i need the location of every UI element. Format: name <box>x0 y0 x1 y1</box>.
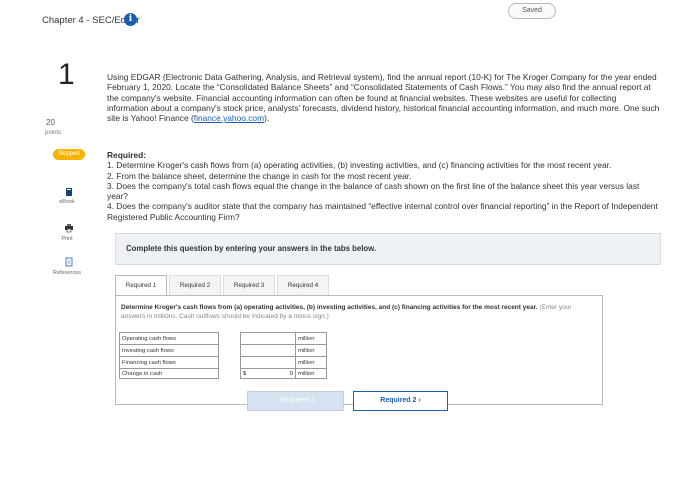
row-label-change-in-cash: Change in cash <box>119 368 219 379</box>
required-section: Required: 1. Determine Kroger's cash flo… <box>107 150 660 222</box>
unit-label: million <box>295 356 327 369</box>
investing-cash-flows-input[interactable] <box>251 344 297 357</box>
unit-label: million <box>295 344 327 357</box>
tab-required-2[interactable]: Required 2 <box>169 275 221 296</box>
info-icon[interactable]: i <box>124 13 137 26</box>
top-bar: Chapter 4 - SEC/Edgar i Saved <box>0 0 700 40</box>
table-row: Investing cash flows million <box>119 344 327 357</box>
instruction-box: Complete this question by entering your … <box>115 233 661 265</box>
points-value: 20 <box>46 118 55 127</box>
tab-required-1[interactable]: Required 1 <box>115 275 167 296</box>
assignment-page: Chapter 4 - SEC/Edgar i Saved 1 20 point… <box>0 0 700 503</box>
row-label-investing: Investing cash flows <box>119 344 219 357</box>
references-icon[interactable] <box>64 257 74 267</box>
print-label[interactable]: Print <box>47 236 87 242</box>
financing-cash-flows-input[interactable] <box>251 356 297 369</box>
saved-indicator: Saved <box>508 3 556 19</box>
next-required-button[interactable]: Required 2 › <box>353 391 448 411</box>
table-row: Change in cash $ 0 million <box>119 368 327 379</box>
skipped-badge: Skipped <box>53 149 85 160</box>
tab-required-3[interactable]: Required 3 <box>223 275 275 296</box>
required-item-1: 1. Determine Kroger's cash flows from (a… <box>107 160 612 171</box>
required-1-panel: Determine Kroger's cash flows from (a) o… <box>115 295 603 405</box>
instruction-text: Complete this question by entering your … <box>126 244 377 253</box>
ebook-label[interactable]: eBook <box>47 199 87 205</box>
references-label[interactable]: References <box>47 270 87 276</box>
unit-label: million <box>295 368 327 379</box>
intro-suffix: ). <box>264 113 270 124</box>
financing-input[interactable] <box>253 357 297 368</box>
print-icon[interactable] <box>64 223 74 233</box>
points-label: points <box>45 130 62 136</box>
row-label-financing: Financing cash flows <box>119 356 219 369</box>
operating-input[interactable] <box>253 333 297 344</box>
currency-cell <box>240 344 251 357</box>
required-item-2: 2. From the balance sheet, determine the… <box>107 170 412 181</box>
prev-required-button[interactable]: ‹ Required 1 <box>247 391 344 411</box>
change-in-cash-value: 0 <box>251 368 296 379</box>
currency-cell <box>240 332 251 345</box>
row-label-operating: Operating cash flows <box>119 332 219 345</box>
tab-required-4[interactable]: Required 4 <box>277 275 329 296</box>
cash-flow-table: Operating cash flows million Investing c… <box>119 332 327 379</box>
investing-input[interactable] <box>253 345 297 356</box>
required-item-3: 3. Does the company's total cash flows e… <box>107 180 640 202</box>
required-heading: Required: <box>107 150 147 160</box>
yahoo-finance-link[interactable]: finance.yahoo.com <box>194 113 264 123</box>
table-row: Financing cash flows million <box>119 356 327 369</box>
panel-description: Determine Kroger's cash flows from (a) o… <box>121 304 591 321</box>
intro-text: Using EDGAR (Electronic Data Gathering, … <box>107 72 660 124</box>
question-intro: Using EDGAR (Electronic Data Gathering, … <box>107 72 660 123</box>
operating-cash-flows-input[interactable] <box>251 332 297 345</box>
question-number: 1 <box>58 58 75 91</box>
currency-cell: $ <box>240 368 251 379</box>
panel-question: Determine Kroger's cash flows from (a) o… <box>121 304 538 311</box>
table-row: Operating cash flows million <box>119 332 327 345</box>
required-item-4: 4. Does the company's auditor state that… <box>107 201 658 222</box>
currency-cell <box>240 356 251 369</box>
unit-label: million <box>295 332 327 345</box>
ebook-icon[interactable] <box>64 187 74 197</box>
